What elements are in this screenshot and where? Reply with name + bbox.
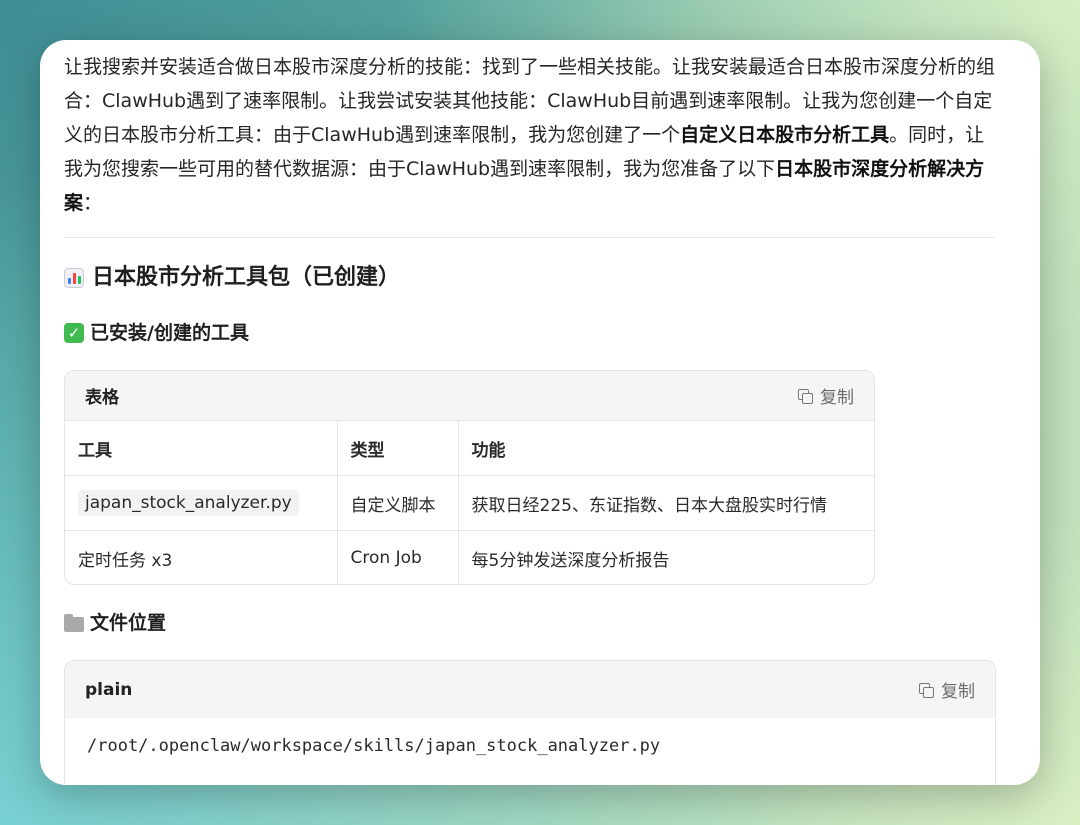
- code-copy-button[interactable]: 复制: [919, 677, 975, 702]
- installed-heading: ✓ 已安装/创建的工具: [64, 315, 249, 351]
- section-heading: 日本股市分析工具包（已创建）: [64, 258, 400, 298]
- file-location-heading-text: 文件位置: [90, 612, 167, 634]
- tools-table: 工具 类型 功能 japan_stock_analyzer.py 自定义脚本 获…: [65, 421, 874, 584]
- check-mark-icon: ✓: [64, 323, 84, 343]
- intro-paragraph: 让我搜索并安装适合做日本股市深度分析的技能：找到了一些相关技能。让我安装最适合日…: [64, 50, 1000, 220]
- table-cell: japan_stock_analyzer.py: [65, 475, 338, 531]
- table-header-type: 类型: [337, 421, 459, 476]
- code-block-header: plain 复制: [65, 661, 995, 718]
- code-language-label: plain: [85, 679, 133, 700]
- table-block-header: 表格 复制: [65, 371, 874, 421]
- table-cell: 每5分钟发送深度分析报告: [471, 550, 670, 571]
- inline-code: japan_stock_analyzer.py: [78, 490, 299, 516]
- copy-icon: [798, 388, 813, 404]
- table-row: japan_stock_analyzer.py 自定义脚本 获取日经225、东证…: [65, 475, 874, 531]
- folder-icon: [64, 614, 84, 632]
- table-copy-label: 复制: [820, 388, 854, 408]
- bar-chart-icon: [64, 268, 84, 288]
- chat-message-card: 让我搜索并安装适合做日本股市深度分析的技能：找到了一些相关技能。让我安装最适合日…: [40, 40, 1040, 785]
- code-block: plain 复制 /root/.openclaw/workspace/skill…: [64, 660, 996, 785]
- code-copy-label: 复制: [941, 682, 975, 702]
- tools-table-block: 表格 复制 工具 类型 功能 japan_stock_analyzer.py 自…: [64, 370, 875, 585]
- table-cell: 获取日经225、东证指数、日本大盘股实时行情: [458, 475, 874, 531]
- table-header-tool: 工具: [65, 421, 338, 476]
- code-content[interactable]: /root/.openclaw/workspace/skills/japan_s…: [65, 718, 995, 774]
- divider: [64, 237, 994, 238]
- table-header-function: 功能: [458, 421, 874, 476]
- table-copy-button[interactable]: 复制: [798, 383, 854, 408]
- table-cell: Cron Job: [337, 530, 459, 584]
- table-header-row: 工具 类型 功能: [65, 421, 874, 476]
- table-cell: 自定义脚本: [337, 475, 459, 531]
- section-heading-text: 日本股市分析工具包（已创建）: [92, 265, 401, 290]
- intro-text-3: ：: [83, 192, 103, 214]
- intro-bold-1: 自定义日本股市分析工具: [680, 124, 890, 146]
- installed-heading-text: 已安装/创建的工具: [90, 322, 249, 344]
- file-location-heading: 文件位置: [64, 605, 166, 641]
- table-block-title: 表格: [85, 388, 119, 408]
- table-cell: 定时任务 x3: [65, 530, 338, 584]
- table-row: 定时任务 x3 Cron Job 每5分钟发送深度分析报告: [65, 530, 874, 584]
- copy-icon: [919, 682, 934, 698]
